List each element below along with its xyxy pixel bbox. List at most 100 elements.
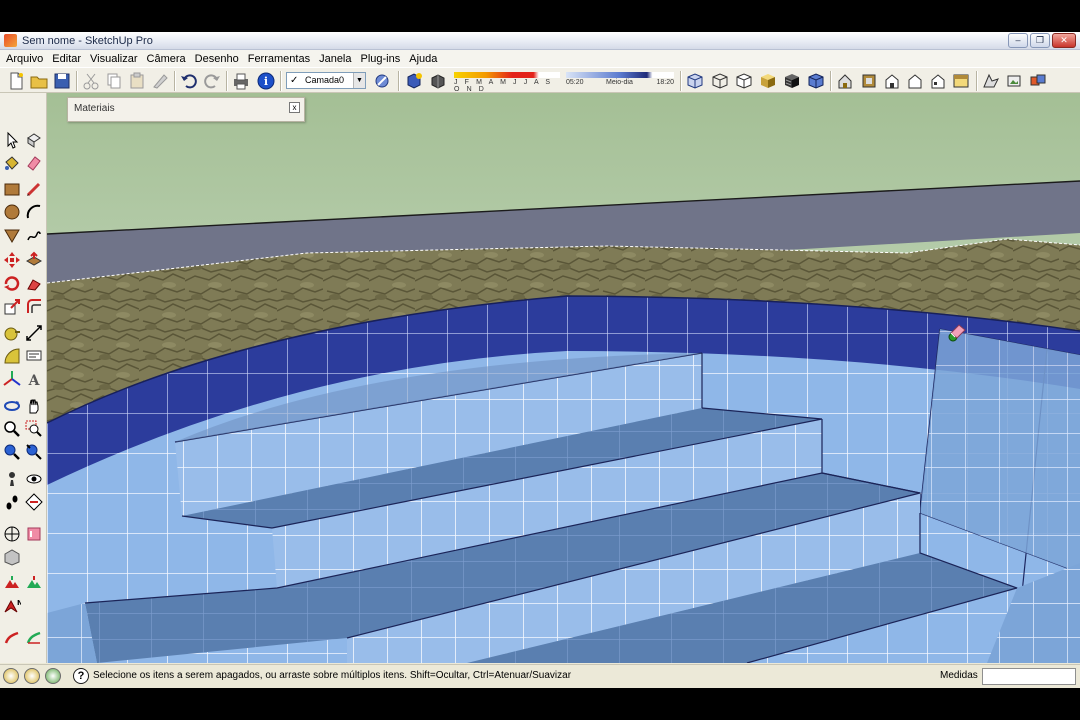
- tape-measure-icon[interactable]: [3, 324, 21, 342]
- menu-ferramentas[interactable]: Ferramentas: [248, 53, 310, 65]
- look-around-icon[interactable]: [25, 470, 43, 488]
- smoove-icon[interactable]: [3, 628, 21, 646]
- scale-icon[interactable]: [3, 298, 21, 316]
- back-view-icon[interactable]: [928, 71, 948, 91]
- menu-arquivo[interactable]: Arquivo: [6, 53, 43, 65]
- copy-icon[interactable]: [104, 71, 124, 91]
- layer-visible-check[interactable]: ✓: [290, 73, 298, 88]
- rectangle-icon[interactable]: [3, 180, 21, 198]
- shadow-time-bar[interactable]: [566, 72, 674, 78]
- save-icon[interactable]: [52, 71, 72, 91]
- north-arrow-icon[interactable]: N: [3, 597, 21, 615]
- shadow-time-slider[interactable]: 05:20 Meio-dia 18:20: [566, 71, 674, 91]
- right-view-icon[interactable]: [905, 71, 925, 91]
- shaded-icon[interactable]: [758, 71, 778, 91]
- arc-icon[interactable]: [25, 203, 43, 221]
- paint-bucket-icon[interactable]: [3, 154, 21, 172]
- line-pencil-icon[interactable]: [25, 180, 43, 198]
- redo-icon[interactable]: [202, 71, 222, 91]
- materials-panel[interactable]: Materiais x: [67, 97, 305, 122]
- new-file-icon[interactable]: [6, 71, 26, 91]
- section-plane-icon[interactable]: [25, 493, 43, 511]
- undo-icon[interactable]: [179, 71, 199, 91]
- stamp-icon[interactable]: [25, 628, 43, 646]
- select-arrow-icon[interactable]: [3, 131, 21, 149]
- help-icon[interactable]: ?: [73, 668, 89, 684]
- menu-visualizar[interactable]: Visualizar: [90, 53, 138, 65]
- zoom-icon[interactable]: [3, 420, 21, 438]
- offset-icon[interactable]: [25, 298, 43, 316]
- cut-icon[interactable]: [81, 71, 101, 91]
- shadow-time-mid: Meio-dia: [606, 79, 633, 86]
- open-folder-icon[interactable]: [29, 71, 49, 91]
- make-component-icon[interactable]: [25, 131, 43, 149]
- iso-view-icon[interactable]: [835, 71, 855, 91]
- model-info-icon[interactable]: i: [256, 71, 276, 91]
- 3d-text-icon[interactable]: A: [25, 370, 43, 388]
- chevron-down-icon[interactable]: ▼: [353, 73, 365, 88]
- shaded-textures-icon[interactable]: [782, 71, 802, 91]
- toggle-terrain-icon[interactable]: [25, 574, 43, 592]
- wireframe-icon[interactable]: [710, 71, 730, 91]
- credits-icon[interactable]: [24, 668, 40, 684]
- axes-icon[interactable]: [3, 370, 21, 388]
- pan-hand-icon[interactable]: [25, 397, 43, 415]
- paste-icon[interactable]: [127, 71, 147, 91]
- measurements-input[interactable]: [982, 668, 1076, 685]
- menu-plugins[interactable]: Plug-ins: [361, 53, 401, 65]
- top-view-icon[interactable]: [859, 71, 879, 91]
- sketchup-logo-icon: [4, 34, 17, 47]
- protractor-icon[interactable]: [3, 347, 21, 365]
- user-login-icon[interactable]: [45, 668, 61, 684]
- zoom-window-icon[interactable]: [25, 420, 43, 438]
- text-tool-icon[interactable]: [25, 347, 43, 365]
- orbit-icon[interactable]: [3, 397, 21, 415]
- previous-view-icon[interactable]: [3, 443, 21, 461]
- geo-location-icon[interactable]: [3, 668, 19, 684]
- menu-desenho[interactable]: Desenho: [195, 53, 239, 65]
- close-icon[interactable]: x: [289, 102, 300, 113]
- add-location-icon[interactable]: [3, 574, 21, 592]
- menu-camera[interactable]: Câmera: [147, 53, 186, 65]
- display-section-icon[interactable]: [3, 548, 21, 566]
- shadow-date-bar[interactable]: [454, 72, 560, 78]
- minimize-button[interactable]: –: [1008, 33, 1028, 48]
- shadow-time-end: 18:20: [656, 79, 674, 86]
- shadow-date-slider[interactable]: J F M A M J J A S O N D: [454, 71, 560, 93]
- follow-me-icon[interactable]: [25, 275, 43, 293]
- menu-ajuda[interactable]: Ajuda: [409, 53, 437, 65]
- left-view-icon[interactable]: [951, 71, 971, 91]
- status-bar: ? Selecione os itens a serem apagados, o…: [0, 664, 1080, 688]
- section-fill-icon[interactable]: [3, 525, 21, 543]
- freehand-icon[interactable]: [25, 226, 43, 244]
- layer-manager-icon[interactable]: [372, 71, 392, 91]
- photo-match-icon[interactable]: [1005, 71, 1025, 91]
- menu-editar[interactable]: Editar: [52, 53, 81, 65]
- close-button[interactable]: ✕: [1052, 33, 1076, 48]
- hidden-line-icon[interactable]: [734, 71, 754, 91]
- menu-janela[interactable]: Janela: [319, 53, 351, 65]
- erase-icon[interactable]: [150, 71, 170, 91]
- sandbox-icon[interactable]: [981, 71, 1001, 91]
- push-pull-icon[interactable]: [25, 251, 43, 269]
- rotate-icon[interactable]: [3, 275, 21, 293]
- display-shadows-icon[interactable]: [428, 71, 448, 91]
- modeling-viewport[interactable]: [47, 93, 1080, 663]
- position-camera-icon[interactable]: [3, 470, 21, 488]
- walk-icon[interactable]: [3, 493, 21, 511]
- maximize-button[interactable]: ❐: [1030, 33, 1050, 48]
- print-icon[interactable]: [231, 71, 251, 91]
- polygon-icon[interactable]: [3, 226, 21, 244]
- circle-icon[interactable]: [3, 203, 21, 221]
- move-icon[interactable]: [3, 251, 21, 269]
- front-view-icon[interactable]: [882, 71, 902, 91]
- zoom-extents-icon[interactable]: [25, 443, 43, 461]
- dimension-icon[interactable]: [25, 324, 43, 342]
- monochrome-icon[interactable]: [806, 71, 826, 91]
- components-icon[interactable]: [1028, 71, 1048, 91]
- section-cut-icon[interactable]: [25, 525, 43, 543]
- layer-select[interactable]: ✓ Camada0 ▼: [286, 72, 366, 89]
- xray-icon[interactable]: [685, 71, 705, 91]
- shadow-settings-icon[interactable]: [404, 71, 424, 91]
- eraser-icon[interactable]: [25, 154, 43, 172]
